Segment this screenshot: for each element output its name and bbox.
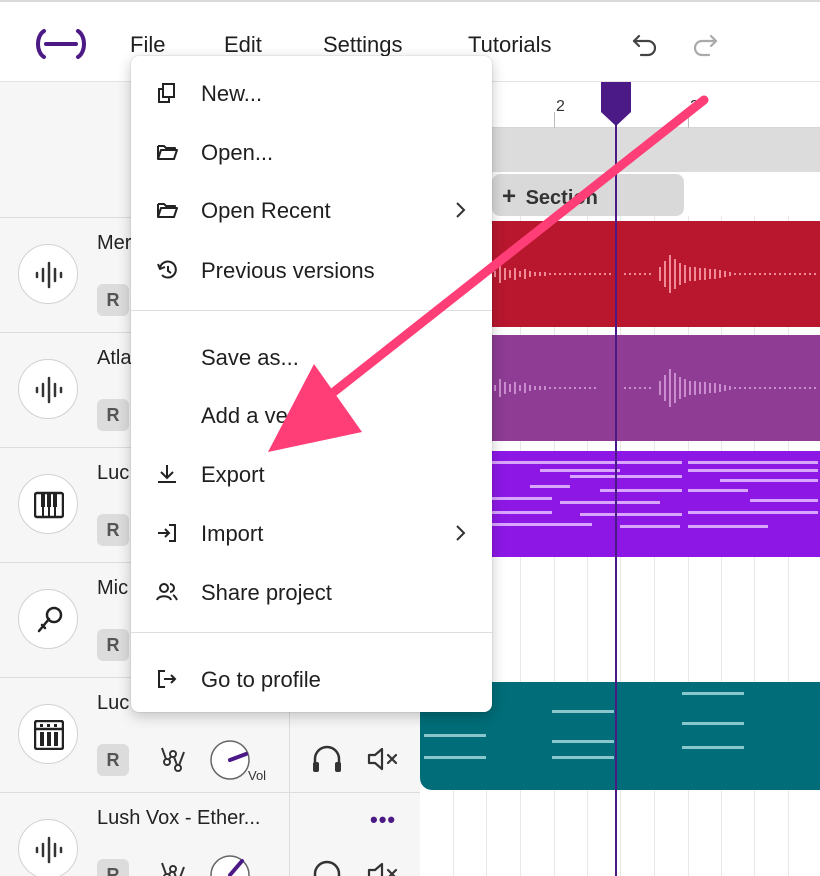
menu-settings[interactable]: Settings [323,32,403,58]
playhead-handle[interactable] [601,82,631,126]
track-name[interactable]: Mic [97,577,128,600]
headphones-icon[interactable] [310,857,344,876]
chevron-right-icon [456,202,466,218]
playhead-line [615,82,617,876]
drum-machine-icon [34,720,64,750]
undo-icon[interactable] [630,30,660,60]
add-section-button[interactable]: + Section [492,174,684,216]
people-icon [156,583,178,601]
menu-item-label: Open Recent [201,198,331,223]
menu-edit[interactable]: Edit [224,32,262,58]
automation-icon[interactable] [156,742,190,776]
menu-item-label: Previous versions [201,258,375,283]
waveform-icon [35,376,63,404]
menu-separator [131,632,492,633]
track-header[interactable]: Lush Vox - Ether... ••• R [0,792,420,876]
volume-label: Vol [248,768,267,783]
soundtrap-logo-icon[interactable] [34,28,88,60]
instrument-button[interactable] [18,589,78,649]
folder-open-icon [157,203,178,218]
copy-icon [158,83,175,103]
automation-icon[interactable] [156,857,190,876]
record-arm-button[interactable]: R [97,629,129,661]
folder-open-icon [157,145,178,160]
record-arm-button[interactable]: R [97,514,129,546]
logout-icon [158,670,177,688]
menu-item-go-to-profile[interactable]: Go to profile [131,653,492,705]
chevron-right-icon [456,525,466,541]
menu-item-label: Share project [201,580,332,605]
menu-item-label: New... [201,81,263,106]
mute-icon[interactable] [366,742,400,776]
track-name[interactable]: Luc [97,692,129,715]
ruler-number: 2 [556,98,565,115]
plus-icon: + [502,183,517,210]
file-menu-dropdown: New... Open... Open Recent Previous vers… [131,56,492,712]
menu-item-save-as[interactable]: Save as... [131,331,492,383]
menu-item-label: Open... [201,140,274,165]
microphone-icon [37,606,63,633]
volume-knob[interactable] [208,738,252,782]
menu-item-share-project[interactable]: Share project [131,566,492,618]
track-divider [289,793,290,876]
menu-item-label: Import [201,521,264,546]
menu-item-open[interactable]: Open... [131,126,492,178]
more-options-icon[interactable]: ••• [370,807,396,833]
menu-item-new[interactable]: New... [131,67,492,119]
instrument-button[interactable] [18,359,78,419]
record-arm-button[interactable]: R [97,859,129,876]
history-icon [157,260,177,279]
menu-item-open-recent[interactable]: Open Recent [131,184,492,236]
instrument-button[interactable] [18,819,78,876]
track-name[interactable]: Lush Vox - Ether... [97,807,260,830]
menu-item-label: Export [201,462,265,487]
menu-item-label: Go to profile [201,667,321,692]
instrument-button[interactable] [18,704,78,764]
menu-separator [131,310,492,311]
import-icon [158,524,176,542]
menu-item-label: Add a ve [201,403,288,428]
instrument-button[interactable] [18,474,78,534]
download-icon [158,465,176,483]
waveform-icon [35,836,63,864]
ruler-tick [688,112,689,128]
menu-item-export[interactable]: Export [131,448,492,500]
mute-icon[interactable] [366,857,400,876]
piano-icon [34,491,64,519]
menu-tutorials[interactable]: Tutorials [468,32,552,58]
menu-file[interactable]: File [130,32,165,58]
menu-item-label: Save as... [201,345,299,370]
ruler-tick [554,112,555,128]
redo-icon[interactable] [690,30,720,60]
menu-item-import[interactable]: Import [131,507,492,559]
headphones-icon[interactable] [310,742,344,776]
add-section-label: Section [525,187,598,209]
menu-item-previous-versions[interactable]: Previous versions [131,244,492,296]
volume-knob[interactable] [208,853,252,876]
record-arm-button[interactable]: R [97,284,129,316]
menu-item-add-version[interactable]: Add a ve [131,389,492,441]
ruler-number: 3 [690,98,699,115]
track-name[interactable]: Luc [97,462,129,485]
record-arm-button[interactable]: R [97,744,129,776]
track-name[interactable]: Atla [97,347,131,370]
waveform-icon [35,261,63,289]
record-arm-button[interactable]: R [97,399,129,431]
instrument-button[interactable] [18,244,78,304]
track-name[interactable]: Mer [97,232,131,255]
